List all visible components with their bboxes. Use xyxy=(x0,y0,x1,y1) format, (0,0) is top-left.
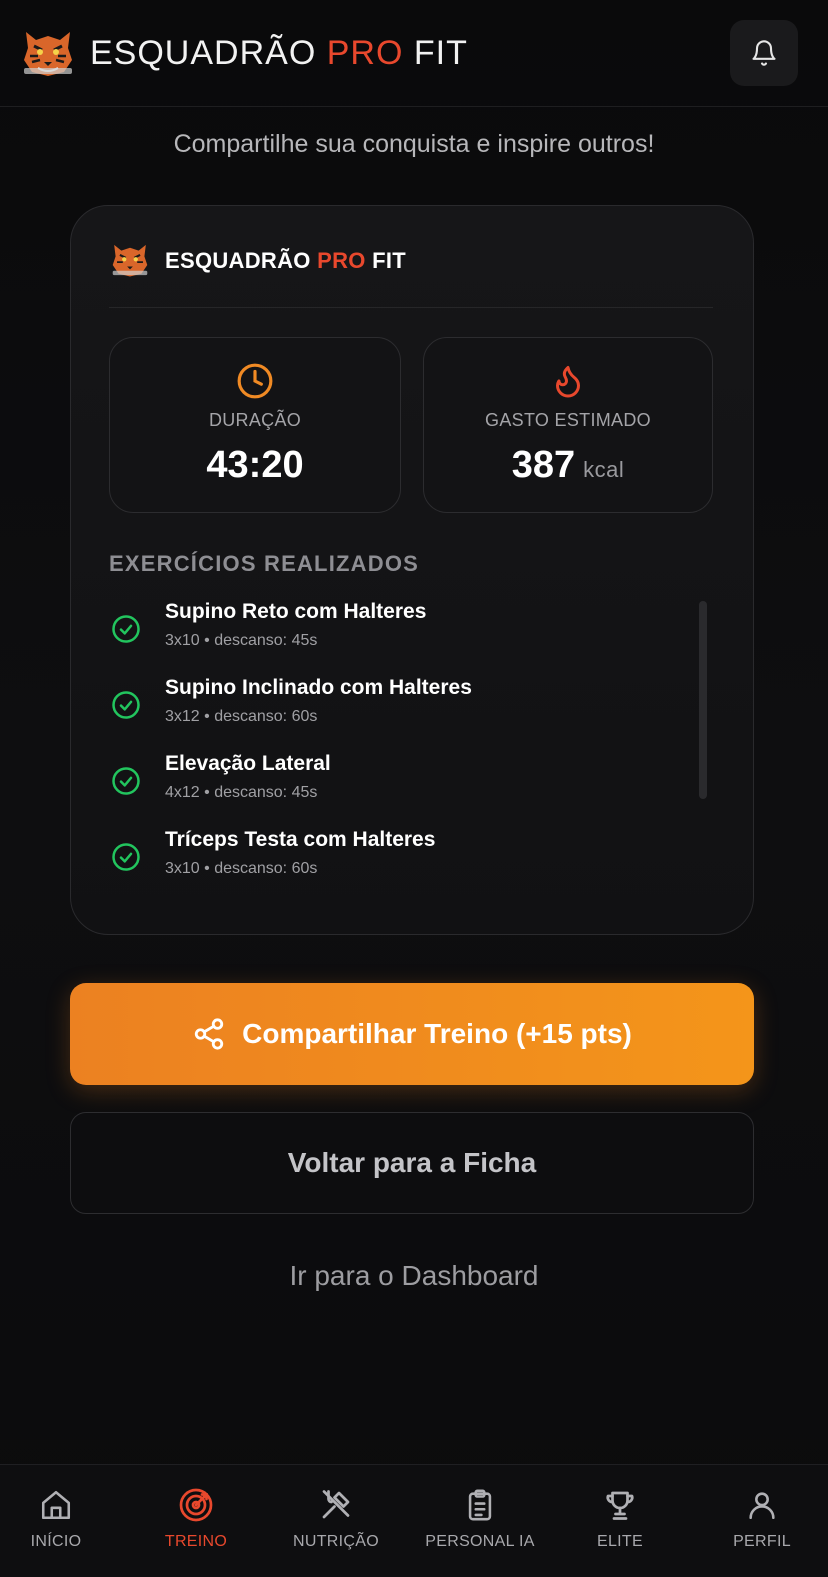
exercise-meta: 3x12 • descanso: 60s xyxy=(165,708,318,725)
tiger-logo-icon xyxy=(24,32,72,76)
page-subtitle: Compartilhe sua conquista e inspire outr… xyxy=(173,130,655,158)
exercise-list[interactable]: Supino Reto com Halteres 3x10 • descanso… xyxy=(109,598,699,902)
nav-label: NUTRIÇÃO xyxy=(293,1533,379,1550)
calories-unit: kcal xyxy=(583,457,625,482)
nav-item-nutricao[interactable]: NUTRIÇÃO xyxy=(288,1465,384,1577)
utensils-icon xyxy=(322,1490,350,1519)
nav-label: INÍCIO xyxy=(30,1533,82,1550)
dashboard-link[interactable]: Ir para o Dashboard xyxy=(0,1260,828,1292)
nav-item-elite[interactable]: ELITE xyxy=(580,1465,660,1577)
list-item: Tríceps Testa com Halteres 3x10 • descan… xyxy=(109,826,699,902)
share-workout-button[interactable]: Compartilhar Treino (+15 pts) xyxy=(70,983,754,1085)
user-icon xyxy=(749,1492,775,1520)
target-icon xyxy=(179,1488,213,1522)
exercise-name: Supino Reto com Halteres xyxy=(165,600,427,623)
nav-label: PERFIL xyxy=(733,1533,791,1550)
workout-summary-card: ESQUADRÃO PRO FIT DURAÇÃO 43:20 GASTO ES… xyxy=(70,205,754,935)
duration-label: DURAÇÃO xyxy=(208,410,302,430)
check-circle-icon xyxy=(112,691,140,719)
nav-item-treino[interactable]: TREINO xyxy=(156,1465,236,1577)
share-button-label: Compartilhar Treino (+15 pts) xyxy=(242,1018,632,1049)
calories-value: 387 xyxy=(511,444,576,486)
nav-label: PERSONAL IA xyxy=(425,1533,535,1550)
duration-value: 43:20 xyxy=(206,444,304,486)
list-item: Elevação Lateral 4x12 • descanso: 45s xyxy=(109,750,699,826)
clock-icon xyxy=(237,363,273,399)
exercises-title: EXERCÍCIOS REALIZADOS xyxy=(109,551,420,576)
app-header: ESQUADRÃO PRO FIT xyxy=(0,0,828,107)
bell-icon xyxy=(752,40,776,66)
nav-item-perfil[interactable]: PERFIL xyxy=(722,1465,802,1577)
trophy-icon xyxy=(606,1491,634,1520)
check-circle-icon xyxy=(112,843,140,871)
clipboard-icon xyxy=(468,1489,492,1521)
bottom-nav: INÍCIO TREINO NUTRIÇÃO PERSONAL IA ELITE… xyxy=(0,1464,828,1577)
calories-label: GASTO ESTIMADO xyxy=(485,410,651,430)
nav-item-personal-ia[interactable]: PERSONAL IA xyxy=(424,1465,536,1577)
duration-stat: DURAÇÃO 43:20 xyxy=(109,337,401,513)
exercise-name: Tríceps Testa com Halteres xyxy=(165,828,436,851)
exercise-name: Elevação Lateral xyxy=(165,752,331,775)
calories-stat: GASTO ESTIMADO 387 kcal xyxy=(423,337,713,513)
notifications-button[interactable] xyxy=(730,20,798,86)
exercise-name: Supino Inclinado com Halteres xyxy=(165,676,472,699)
share-icon xyxy=(194,1018,224,1050)
check-circle-icon xyxy=(112,615,140,643)
exercise-meta: 3x10 • descanso: 45s xyxy=(165,632,318,649)
nav-item-inicio[interactable]: INÍCIO xyxy=(16,1465,96,1577)
tiger-logo-icon xyxy=(112,244,148,277)
check-circle-icon xyxy=(112,767,140,795)
flame-icon xyxy=(556,366,580,398)
exercise-meta: 4x12 • descanso: 45s xyxy=(165,784,318,801)
nav-label: ELITE xyxy=(597,1533,643,1550)
exercise-meta: 3x10 • descanso: 60s xyxy=(165,860,318,877)
card-brand: ESQUADRÃO PRO FIT xyxy=(165,248,407,273)
app-brand: ESQUADRÃO PRO FIT xyxy=(90,33,468,72)
calories-value-row: 387 kcal xyxy=(424,444,712,487)
home-icon xyxy=(41,1490,71,1520)
list-item: Supino Reto com Halteres 3x10 • descanso… xyxy=(109,598,699,674)
exercise-list-scrollbar[interactable] xyxy=(699,601,707,799)
nav-label: TREINO xyxy=(164,1533,228,1550)
list-item: Supino Inclinado com Halteres 3x12 • des… xyxy=(109,674,699,750)
card-header: ESQUADRÃO PRO FIT xyxy=(109,242,713,308)
back-to-sheet-button[interactable]: Voltar para a Ficha xyxy=(70,1112,754,1214)
